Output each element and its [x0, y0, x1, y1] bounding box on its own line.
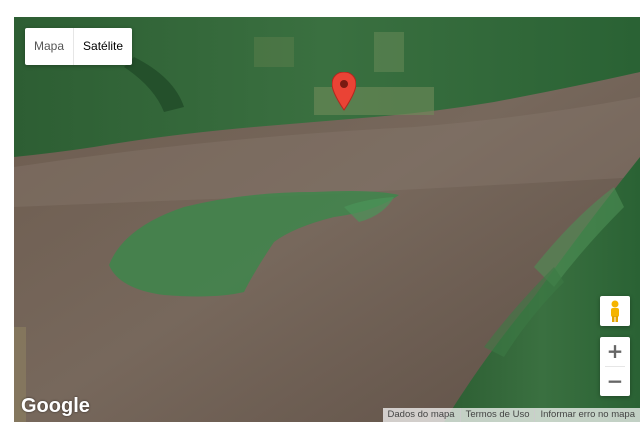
- map-footer: Dados do mapa Termos de Uso Informar err…: [382, 408, 640, 422]
- satellite-map[interactable]: Mapa Satélite + − Google Dados do mapa T…: [14, 17, 640, 422]
- map-type-control: Mapa Satélite: [25, 28, 133, 65]
- zoom-control: + −: [600, 337, 630, 396]
- zoom-in-button[interactable]: +: [600, 337, 630, 366]
- map-type-map-button[interactable]: Mapa: [25, 28, 73, 65]
- pegman-icon: [611, 300, 619, 322]
- map-data-link[interactable]: Dados do mapa: [383, 408, 460, 422]
- map-pin-icon[interactable]: [331, 71, 357, 112]
- satellite-imagery: [14, 17, 640, 422]
- google-logo[interactable]: Google: [21, 395, 90, 418]
- map-type-satellite-button[interactable]: Satélite: [73, 28, 132, 65]
- zoom-out-button[interactable]: −: [600, 367, 630, 396]
- terms-link[interactable]: Termos de Uso: [459, 408, 535, 422]
- street-view-control[interactable]: [600, 296, 630, 326]
- report-error-link[interactable]: Informar erro no mapa: [534, 408, 640, 422]
